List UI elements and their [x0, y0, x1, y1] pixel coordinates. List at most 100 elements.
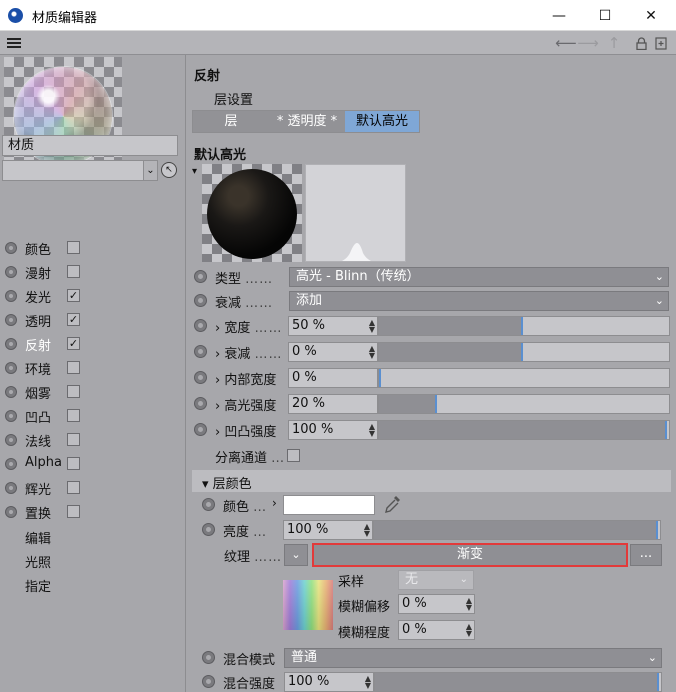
blend-strength-slider[interactable]: [374, 672, 662, 692]
stepper-icon[interactable]: ▲ ▼: [364, 523, 370, 538]
sidebar-item-channel[interactable]: Alpha: [0, 452, 186, 476]
expand-arrow-icon[interactable]: ›: [215, 425, 220, 440]
expand-arrow-icon[interactable]: ›: [215, 399, 220, 414]
decay-value: 0 %: [292, 344, 317, 359]
expand-arrow-icon[interactable]: ›: [215, 321, 220, 336]
arrow-right-icon[interactable]: ⟶: [577, 34, 599, 52]
blend-mode-dropdown[interactable]: 普通 ⌄: [284, 648, 662, 668]
texture-shader-button[interactable]: 渐变: [312, 543, 628, 567]
spec-strength-slider[interactable]: [378, 394, 670, 414]
chevron-down-icon[interactable]: ⌄: [143, 161, 157, 180]
blur-scale-field[interactable]: 0 % ▲ ▼: [398, 620, 475, 640]
falloff-dropdown[interactable]: 添加 ⌄: [289, 291, 669, 311]
inner-width-slider[interactable]: [378, 368, 670, 388]
width-field[interactable]: 50 % ▲ ▼: [288, 316, 378, 336]
expand-arrow-icon[interactable]: ›: [215, 373, 220, 388]
channel-checkbox[interactable]: [67, 433, 80, 446]
material-link-field[interactable]: [2, 160, 158, 181]
spec-strength-field[interactable]: 20 %: [288, 394, 378, 414]
decay-field[interactable]: 0 % ▲ ▼: [288, 342, 378, 362]
channel-checkbox[interactable]: [67, 457, 80, 470]
blend-strength-field[interactable]: 100 % ▲ ▼: [284, 672, 374, 692]
page-title: 反射: [194, 69, 221, 84]
channel-checkbox[interactable]: [67, 385, 80, 398]
sidebar-item-channel[interactable]: 发光 ✓: [0, 284, 186, 308]
sidebar-item-channel[interactable]: 颜色: [0, 236, 186, 260]
channel-checkbox[interactable]: [67, 361, 80, 374]
animate-dot-icon[interactable]: [194, 423, 207, 436]
expand-arrow-icon[interactable]: ›: [215, 347, 220, 362]
texture-more-button[interactable]: ...: [630, 544, 662, 566]
blur-offset-field[interactable]: 0 % ▲ ▼: [398, 594, 475, 614]
sidebar-item-channel[interactable]: 辉光: [0, 476, 186, 500]
layer-color-section[interactable]: ▾ 层颜色: [192, 470, 671, 492]
animate-dot-icon[interactable]: [202, 523, 215, 536]
animate-dot-icon[interactable]: [194, 397, 207, 410]
separate-pass-checkbox[interactable]: [287, 449, 300, 462]
stepper-icon[interactable]: ▲ ▼: [466, 597, 472, 612]
animate-dot-icon[interactable]: [202, 498, 215, 511]
new-panel-icon[interactable]: [654, 34, 668, 52]
inner-width-field[interactable]: 0 %: [288, 368, 378, 388]
animate-dot-icon[interactable]: [194, 270, 207, 283]
collapse-arrow-icon[interactable]: ▾: [192, 166, 197, 177]
expand-arrow-icon[interactable]: ›: [272, 496, 277, 510]
animate-dot-icon[interactable]: [194, 371, 207, 384]
channel-checkbox[interactable]: [67, 241, 80, 254]
animate-dot-icon[interactable]: [194, 294, 207, 307]
chevron-down-icon[interactable]: ⌄: [284, 544, 308, 566]
stepper-icon[interactable]: ▲ ▼: [365, 675, 371, 690]
sidebar-item-illumination[interactable]: 光照: [25, 552, 51, 572]
channel-checkbox[interactable]: [67, 481, 80, 494]
sidebar-item-channel[interactable]: 反射 ✓: [0, 332, 186, 356]
sampling-dropdown[interactable]: 无 ⌄: [398, 570, 474, 590]
sidebar-item-channel[interactable]: 漫射: [0, 260, 186, 284]
sidebar-item-assign[interactable]: 指定: [25, 576, 51, 596]
arrow-left-icon[interactable]: ⟵: [555, 34, 577, 52]
stepper-icon[interactable]: ▲ ▼: [369, 345, 375, 360]
arrow-up-icon[interactable]: ↑: [606, 34, 622, 52]
color-swatch[interactable]: [283, 495, 375, 515]
stepper-icon[interactable]: ▲ ▼: [466, 623, 472, 638]
tab-layer[interactable]: 层: [193, 111, 269, 132]
brightness-slider[interactable]: [373, 520, 661, 540]
sidebar-item-channel[interactable]: 置换: [0, 500, 186, 524]
type-dropdown[interactable]: 高光 - Blinn（传统） ⌄: [289, 267, 669, 287]
minimize-button[interactable]: —: [536, 0, 582, 31]
brightness-field[interactable]: 100 % ▲ ▼: [283, 520, 373, 540]
blend-mode-row: 混合模式 普通 ⌄: [200, 646, 676, 670]
sidebar-item-edit[interactable]: 编辑: [25, 528, 51, 548]
material-name-field[interactable]: 材质: [2, 135, 178, 156]
sidebar-item-channel[interactable]: 烟雾: [0, 380, 186, 404]
pick-arrow-icon[interactable]: ↖: [161, 162, 177, 178]
sidebar-item-channel[interactable]: 环境: [0, 356, 186, 380]
animate-dot-icon[interactable]: [202, 675, 215, 688]
sidebar-item-channel[interactable]: 法线: [0, 428, 186, 452]
sidebar-item-channel[interactable]: 凹凸: [0, 404, 186, 428]
eyedropper-icon[interactable]: [384, 494, 402, 518]
channel-checkbox[interactable]: ✓: [67, 337, 80, 350]
channel-label: 辉光: [25, 483, 52, 498]
material-preview[interactable]: [4, 57, 122, 177]
stepper-icon[interactable]: ▲ ▼: [369, 423, 375, 438]
channel-checkbox[interactable]: [67, 505, 80, 518]
channel-checkbox[interactable]: [67, 409, 80, 422]
channel-checkbox[interactable]: [67, 265, 80, 278]
animate-dot-icon[interactable]: [194, 345, 207, 358]
animate-dot-icon[interactable]: [194, 319, 207, 332]
tab-default-specular[interactable]: 默认高光: [345, 111, 419, 132]
tab-transparency[interactable]: * 透明度 *: [270, 111, 344, 132]
lock-icon[interactable]: [634, 34, 648, 52]
sidebar-item-channel[interactable]: 透明 ✓: [0, 308, 186, 332]
close-button[interactable]: ✕: [628, 0, 674, 31]
maximize-button[interactable]: ☐: [582, 0, 628, 31]
bump-strength-field[interactable]: 100 % ▲ ▼: [288, 420, 378, 440]
hamburger-icon[interactable]: [6, 34, 22, 52]
width-slider[interactable]: [378, 316, 670, 336]
bump-strength-slider[interactable]: [378, 420, 670, 440]
animate-dot-icon[interactable]: [202, 651, 215, 664]
channel-checkbox[interactable]: ✓: [67, 313, 80, 326]
channel-checkbox[interactable]: ✓: [67, 289, 80, 302]
stepper-icon[interactable]: ▲ ▼: [369, 319, 375, 334]
decay-slider[interactable]: [378, 342, 670, 362]
